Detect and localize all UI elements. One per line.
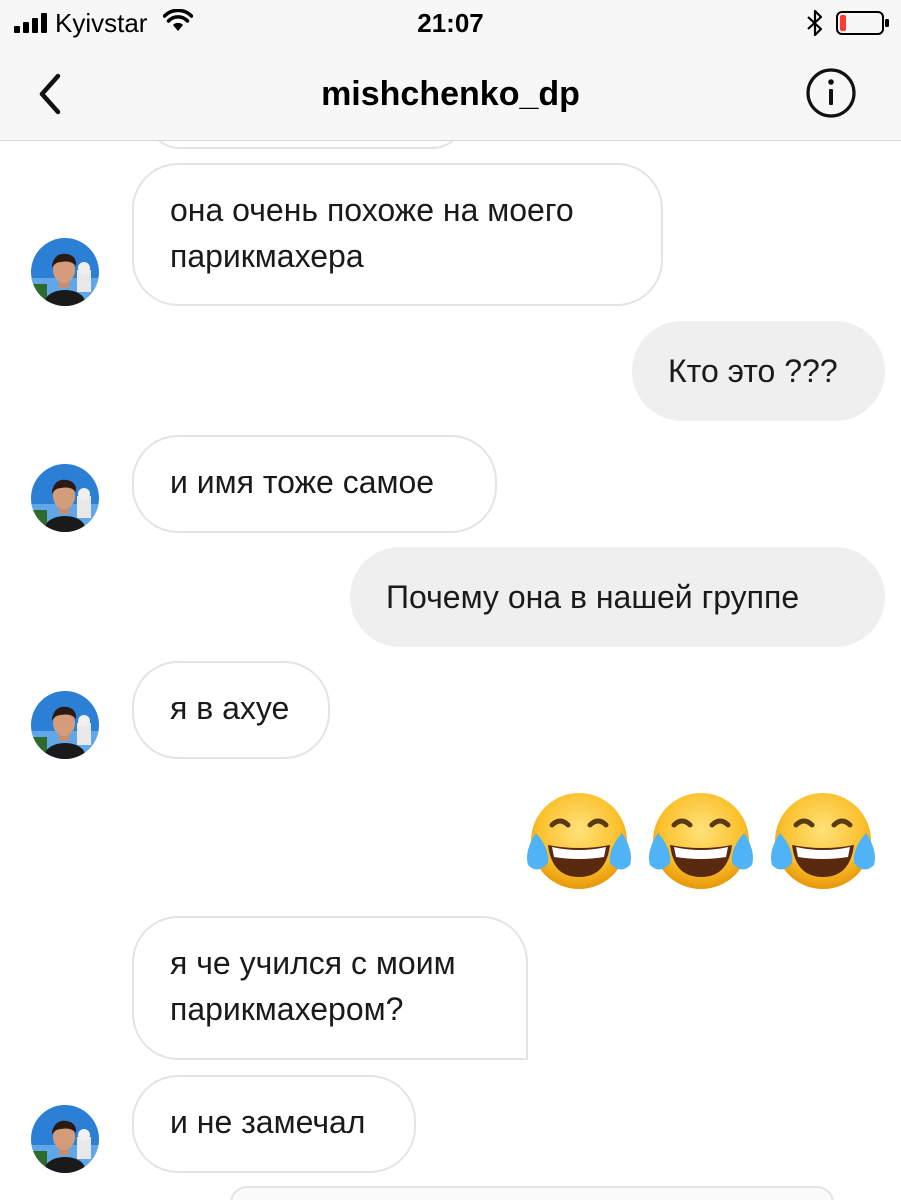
message-bubble-outgoing: Почему она в нашей группе xyxy=(350,547,885,647)
message-thread[interactable]: она очень похоже на моего парикмахера Кт… xyxy=(0,141,901,1200)
conversation-header: mishchenko_dp xyxy=(0,48,901,141)
message-bubble-incoming: я в ахуе xyxy=(132,661,330,759)
message-text-line: парикмахера xyxy=(170,238,364,274)
battery-icon xyxy=(836,11,889,35)
message-text-line: она очень похоже на моего xyxy=(170,192,574,228)
avatar[interactable] xyxy=(31,464,99,532)
message-bubble-incoming: я че учился с моим парикмахером? xyxy=(132,916,528,1060)
avatar[interactable] xyxy=(31,691,99,759)
message-bubble-partial xyxy=(146,141,466,149)
tears-of-joy-emoji-icon xyxy=(649,793,753,889)
message-text: и не замечал xyxy=(170,1104,366,1140)
info-circle-icon[interactable] xyxy=(805,67,857,119)
message-bubble-incoming: и не замечал xyxy=(132,1075,416,1173)
status-bar: Kyivstar 21:07 xyxy=(0,0,901,48)
avatar[interactable] xyxy=(31,238,99,306)
message-bubble-incoming: она очень похоже на моего парикмахера xyxy=(132,163,663,306)
message-text: Кто это ??? xyxy=(668,353,838,389)
conversation-title[interactable]: mishchenko_dp xyxy=(0,74,901,114)
status-time: 21:07 xyxy=(417,8,484,38)
avatar[interactable] xyxy=(31,1105,99,1173)
message-text: и имя тоже самое xyxy=(170,464,435,500)
message-input-partial[interactable] xyxy=(230,1186,834,1200)
tears-of-joy-emoji-icon xyxy=(771,793,875,889)
bluetooth-icon xyxy=(807,9,823,37)
message-bubble-incoming: и имя тоже самое xyxy=(132,435,497,533)
message-text: я в ахуе xyxy=(170,690,290,726)
message-text-line: парикмахером? xyxy=(170,991,404,1027)
message-text-line: я че учился с моим xyxy=(170,945,456,981)
message-text: Почему она в нашей группе xyxy=(386,579,800,615)
message-bubble-outgoing: Кто это ??? xyxy=(632,321,885,421)
tears-of-joy-emoji-icon xyxy=(527,793,631,889)
